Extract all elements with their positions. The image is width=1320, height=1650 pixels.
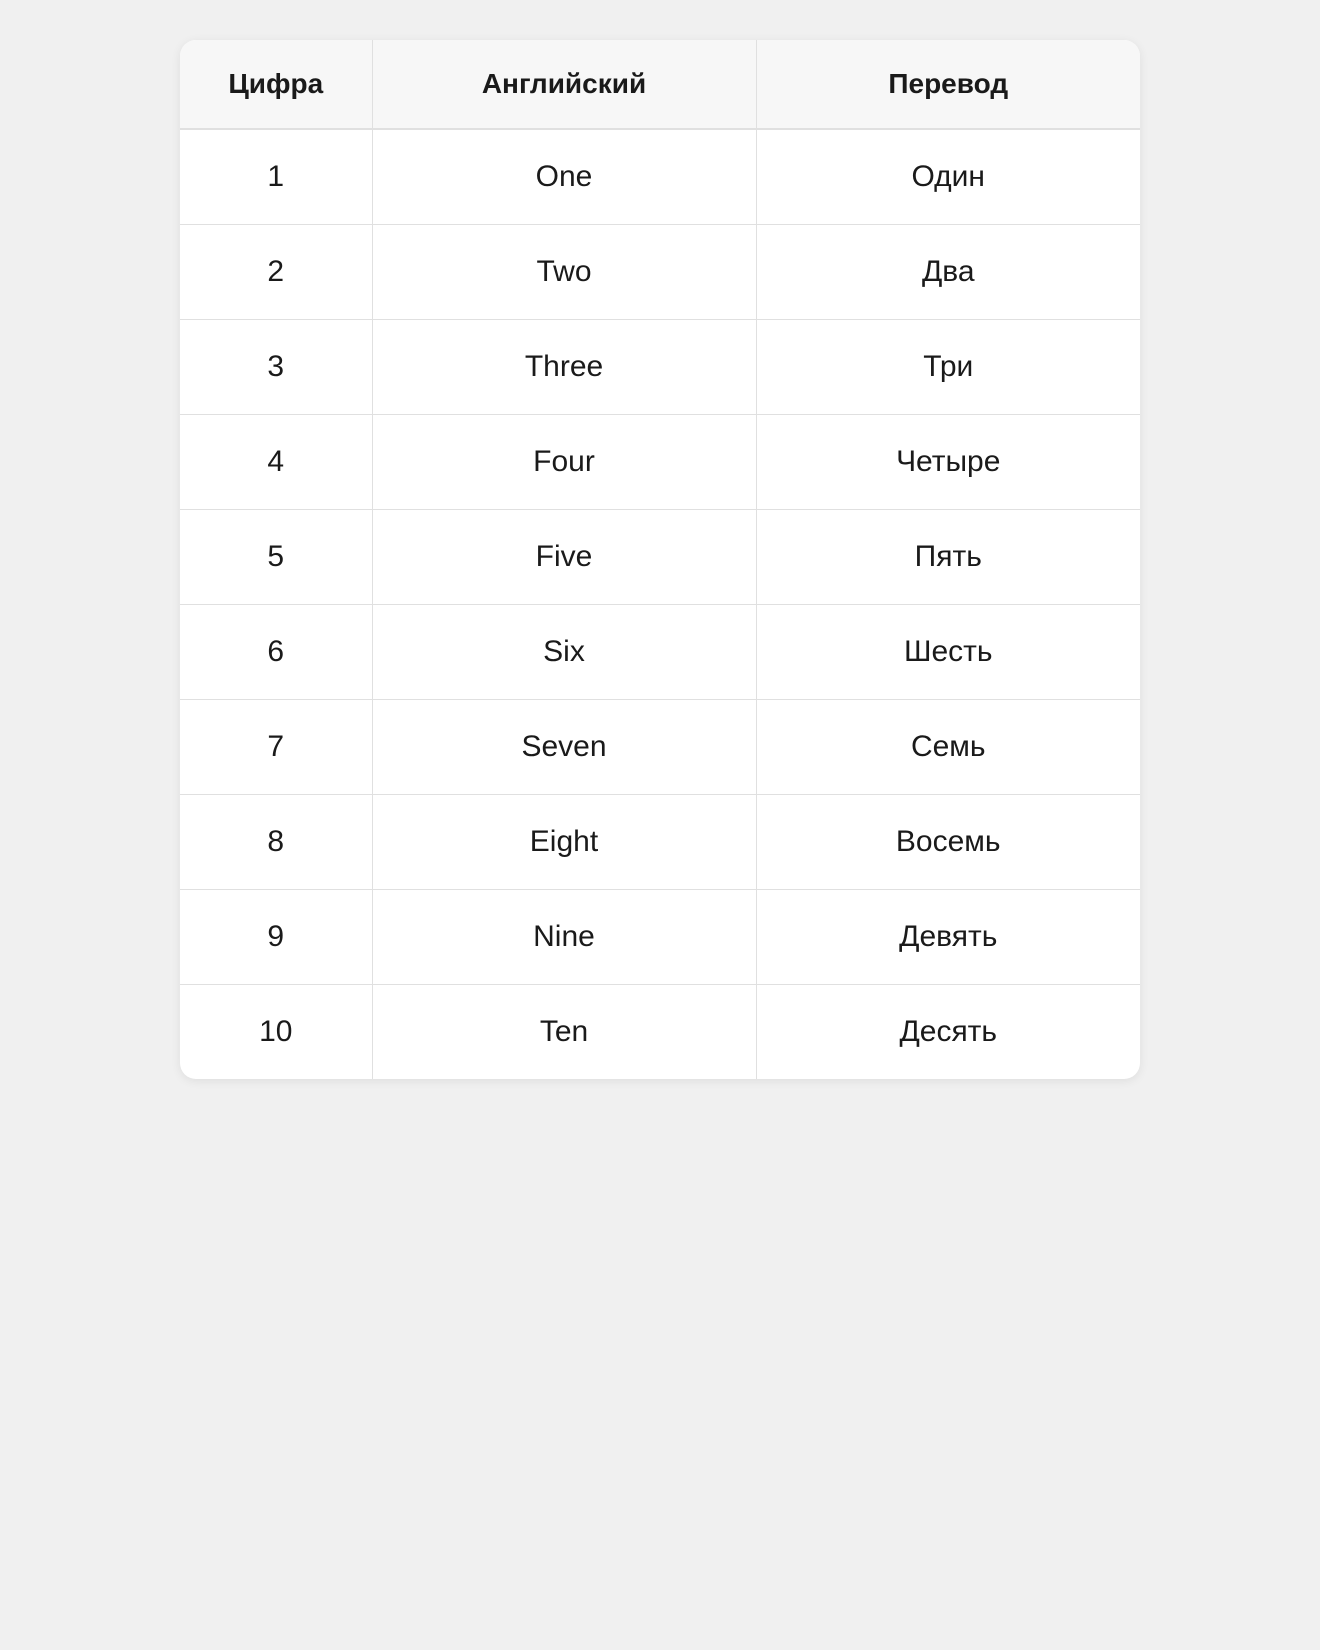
table-row: 8EightВосемь — [180, 795, 1140, 890]
cell-number: 2 — [180, 225, 372, 320]
cell-english: Nine — [372, 890, 756, 985]
cell-russian: Три — [756, 320, 1140, 415]
cell-number: 6 — [180, 605, 372, 700]
table-row: 3ThreeТри — [180, 320, 1140, 415]
table-row: 2TwoДва — [180, 225, 1140, 320]
cell-russian: Семь — [756, 700, 1140, 795]
cell-number: 9 — [180, 890, 372, 985]
table-row: 5FiveПять — [180, 510, 1140, 605]
cell-russian: Десять — [756, 985, 1140, 1080]
header-col-russian: Перевод — [756, 40, 1140, 129]
cell-english: Three — [372, 320, 756, 415]
cell-english: One — [372, 129, 756, 225]
cell-english: Ten — [372, 985, 756, 1080]
cell-number: 7 — [180, 700, 372, 795]
table-row: 1OneОдин — [180, 129, 1140, 225]
cell-number: 8 — [180, 795, 372, 890]
cell-english: Six — [372, 605, 756, 700]
table-body: 1OneОдин2TwoДва3ThreeТри4FourЧетыре5Five… — [180, 129, 1140, 1079]
cell-russian: Один — [756, 129, 1140, 225]
header-col-number: Цифра — [180, 40, 372, 129]
cell-number: 5 — [180, 510, 372, 605]
cell-english: Eight — [372, 795, 756, 890]
cell-number: 1 — [180, 129, 372, 225]
cell-russian: Восемь — [756, 795, 1140, 890]
table-row: 10TenДесять — [180, 985, 1140, 1080]
cell-number: 10 — [180, 985, 372, 1080]
table-header-row: Цифра Английский Перевод — [180, 40, 1140, 129]
cell-russian: Шесть — [756, 605, 1140, 700]
table-row: 7SevenСемь — [180, 700, 1140, 795]
numbers-table: Цифра Английский Перевод 1OneОдин2TwoДва… — [180, 40, 1140, 1079]
cell-russian: Девять — [756, 890, 1140, 985]
cell-russian: Пять — [756, 510, 1140, 605]
table-row: 4FourЧетыре — [180, 415, 1140, 510]
cell-english: Two — [372, 225, 756, 320]
cell-russian: Четыре — [756, 415, 1140, 510]
cell-english: Five — [372, 510, 756, 605]
header-col-english: Английский — [372, 40, 756, 129]
table-row: 6SixШесть — [180, 605, 1140, 700]
table-row: 9NineДевять — [180, 890, 1140, 985]
cell-english: Seven — [372, 700, 756, 795]
cell-russian: Два — [756, 225, 1140, 320]
cell-number: 3 — [180, 320, 372, 415]
cell-english: Four — [372, 415, 756, 510]
numbers-table-container: Цифра Английский Перевод 1OneОдин2TwoДва… — [180, 40, 1140, 1079]
cell-number: 4 — [180, 415, 372, 510]
